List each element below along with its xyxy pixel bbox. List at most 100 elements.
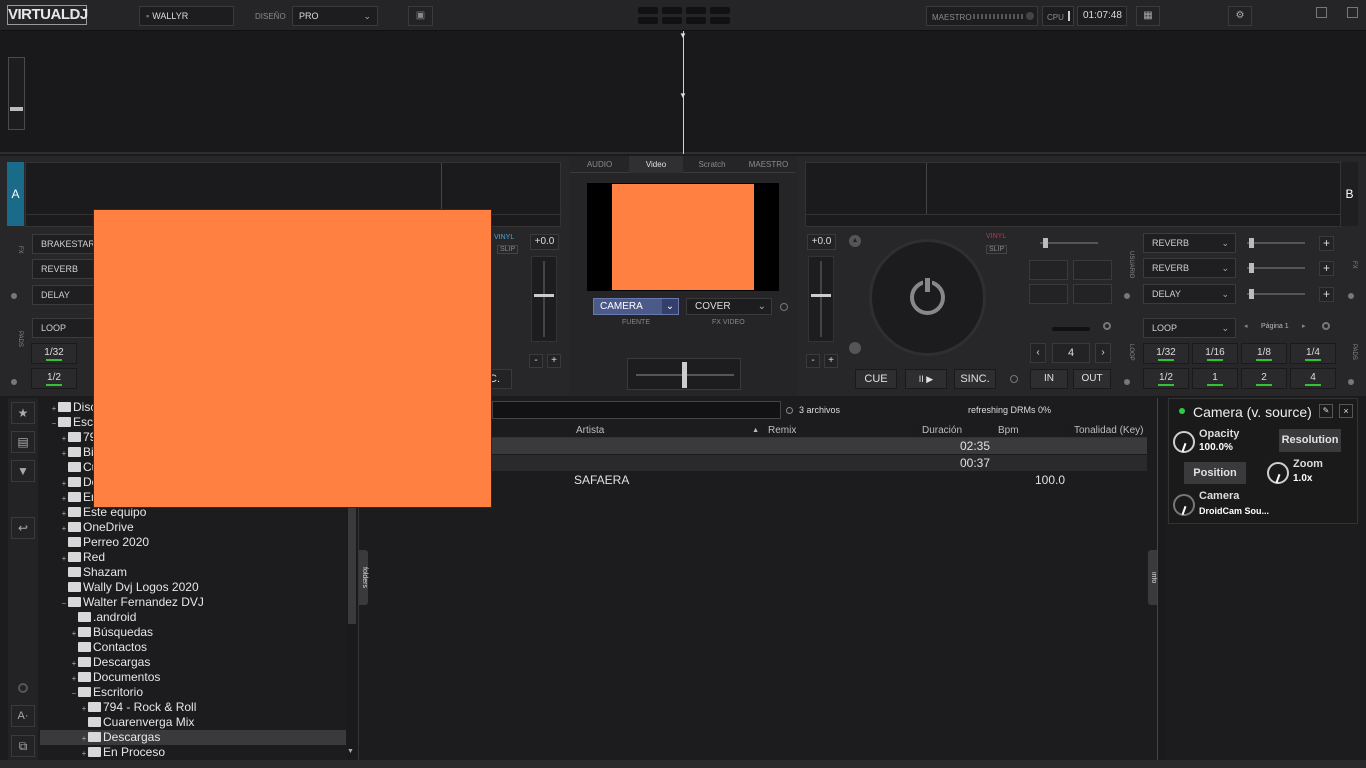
tab-scratch[interactable]: Scratch — [685, 156, 739, 173]
sidebar-toggle[interactable] — [18, 683, 28, 693]
tree-item[interactable]: Cuarenverga Mix — [40, 715, 346, 730]
deck-a-pad-mode[interactable]: LOOP — [32, 318, 94, 338]
detach-window-icon[interactable]: ⧉ — [11, 735, 35, 757]
deck-b-user-button-2[interactable] — [1073, 260, 1112, 280]
folder-add-icon[interactable]: ▤ — [11, 431, 35, 453]
deck-a-pitch-minus[interactable]: - — [529, 354, 543, 368]
deck-b-slip-button[interactable]: SLIP — [986, 245, 1008, 254]
deck-b-fx-slider-2[interactable] — [1247, 263, 1305, 273]
info-tab[interactable]: info — [1148, 550, 1157, 605]
back-arrow-icon[interactable]: ↩ — [11, 517, 35, 539]
table-row[interactable]: 02:35 — [492, 438, 1147, 454]
cube-icon[interactable]: ▣ — [408, 6, 433, 26]
column-bpm[interactable]: Bpm — [993, 424, 1069, 437]
tree-item[interactable]: + Descargas — [40, 655, 346, 670]
deck-a-pitch-slider[interactable] — [531, 256, 557, 342]
collapse-icon[interactable]: − — [50, 416, 58, 431]
tree-item[interactable]: Wally Dvj Logos 2020 — [40, 580, 346, 595]
tree-item[interactable]: Contactos — [40, 640, 346, 655]
expand-icon[interactable]: + — [60, 521, 68, 536]
window-restore-icon[interactable] — [1316, 7, 1327, 18]
deck-b-pads-toggle[interactable] — [1322, 322, 1330, 330]
deck-b-fx-slider-3[interactable] — [1247, 289, 1305, 299]
deck-a-pad-2[interactable]: 1/2 — [31, 368, 77, 389]
scroll-down-icon[interactable]: ▼ — [347, 748, 354, 755]
calendar-icon[interactable]: ▦ — [1136, 6, 1160, 26]
deck-b-user-button-3[interactable] — [1029, 284, 1068, 304]
design-select[interactable]: PRO ⌄ — [292, 6, 378, 26]
tree-item[interactable]: + Descargas — [40, 730, 346, 745]
gear-icon[interactable]: ⚙ — [1228, 6, 1252, 26]
deck-b-fx-slot-2[interactable]: REVERB ⌄ — [1143, 258, 1236, 278]
deck-b-user-button-1[interactable] — [1029, 260, 1068, 280]
expand-icon[interactable]: + — [60, 431, 68, 446]
expand-icon[interactable]: + — [70, 626, 78, 641]
deck-b-pad-2[interactable]: 1/16 — [1192, 343, 1238, 364]
tree-item[interactable]: + En Proceso — [40, 745, 346, 760]
pin-icon[interactable]: ✎ — [1319, 404, 1333, 418]
deck-a-pitch-plus[interactable]: + — [547, 354, 561, 368]
list-scrollbar[interactable] — [1157, 398, 1167, 760]
column-remix[interactable]: Remix — [763, 424, 917, 437]
deck-b-fx-add-3[interactable]: + — [1319, 287, 1334, 302]
column-duration[interactable]: Duración — [917, 424, 993, 437]
deck-b-toggle[interactable] — [1010, 375, 1018, 383]
video-crossfader[interactable] — [627, 358, 741, 390]
deck-b-fx-slider-1[interactable] — [1247, 238, 1305, 248]
zoom-slider[interactable] — [8, 57, 25, 130]
window-maximize-icon[interactable] — [1347, 7, 1358, 18]
table-row[interactable]: 00:37 — [492, 455, 1147, 471]
deck-a-letter[interactable]: A — [7, 162, 24, 226]
deck-b-pad-5[interactable]: 1/2 — [1143, 368, 1189, 389]
tree-item[interactable]: + Búsquedas — [40, 625, 346, 640]
expand-icon[interactable]: + — [60, 491, 68, 506]
tree-item[interactable]: + Red — [40, 550, 346, 565]
search-input[interactable] — [492, 401, 781, 419]
expand-icon[interactable]: + — [50, 401, 58, 416]
tree-item[interactable]: + OneDrive — [40, 520, 346, 535]
deck-b-loop-toggle[interactable] — [1103, 322, 1111, 330]
deck-b-eject-icon[interactable]: ▲ — [849, 235, 861, 247]
close-icon[interactable]: × — [1339, 404, 1353, 418]
deck-b-pitch-slider[interactable] — [808, 256, 834, 342]
expand-icon[interactable]: + — [60, 506, 68, 521]
deck-b-cue-button[interactable]: CUE — [855, 369, 897, 389]
camera-knob[interactable] — [1173, 494, 1195, 516]
expand-icon[interactable]: + — [70, 656, 78, 671]
deck-b-play-button[interactable]: II ▶ — [905, 369, 947, 389]
layout-grid-icon[interactable] — [638, 7, 730, 25]
expand-icon[interactable]: + — [80, 731, 88, 746]
search-options-icon[interactable] — [786, 407, 793, 414]
filter-icon[interactable]: ▼ — [11, 460, 35, 482]
deck-b-pad-3[interactable]: 1/8 — [1241, 343, 1287, 364]
expand-icon[interactable]: + — [60, 446, 68, 461]
video-fx-toggle[interactable] — [780, 303, 788, 311]
deck-a-fx-slot-1[interactable]: BRAKESTART — [32, 234, 100, 254]
deck-a-fx-slot-3[interactable]: DELAY — [32, 285, 94, 305]
deck-b-jogwheel[interactable] — [869, 239, 986, 356]
deck-b-page-prev-icon[interactable]: ◂ — [1244, 322, 1248, 330]
deck-b-pitch-plus[interactable]: + — [824, 354, 838, 368]
column-key[interactable]: Tonalidad (Key) — [1069, 424, 1147, 437]
tree-item[interactable]: − Walter Fernandez DVJ — [40, 595, 346, 610]
collapse-icon[interactable]: − — [70, 686, 78, 701]
column-artist[interactable]: Artista ▲ — [571, 424, 763, 437]
deck-b-fx-add-1[interactable]: + — [1319, 236, 1334, 251]
deck-b-pad-6[interactable]: 1 — [1192, 368, 1238, 389]
deck-b-user-slider[interactable] — [1040, 238, 1098, 248]
video-source-select[interactable]: CAMERA ⌄ — [593, 298, 679, 315]
tab-audio[interactable]: AUDIO — [572, 156, 627, 173]
deck-b-loop-prev-icon[interactable]: ‹ — [1030, 343, 1046, 363]
tree-item[interactable]: + Documentos — [40, 670, 346, 685]
deck-a-vinyl-label[interactable]: VINYL — [494, 234, 514, 241]
deck-b-fx-slot-1[interactable]: REVERB ⌄ — [1143, 233, 1236, 253]
table-row[interactable]: SAFAERA 100.0 — [492, 472, 1147, 488]
expand-icon[interactable]: + — [70, 671, 78, 686]
video-fx-select[interactable]: COVER ⌄ — [686, 298, 772, 315]
deck-b-pad-8[interactable]: 4 — [1290, 368, 1336, 389]
tree-item[interactable]: Perreo 2020 — [40, 535, 346, 550]
tab-maestro[interactable]: MAESTRO — [741, 156, 796, 173]
deck-a-fx-slot-2[interactable]: REVERB — [32, 259, 94, 279]
deck-b-loop-out-button[interactable]: OUT — [1073, 369, 1111, 389]
expand-icon[interactable]: + — [60, 476, 68, 491]
